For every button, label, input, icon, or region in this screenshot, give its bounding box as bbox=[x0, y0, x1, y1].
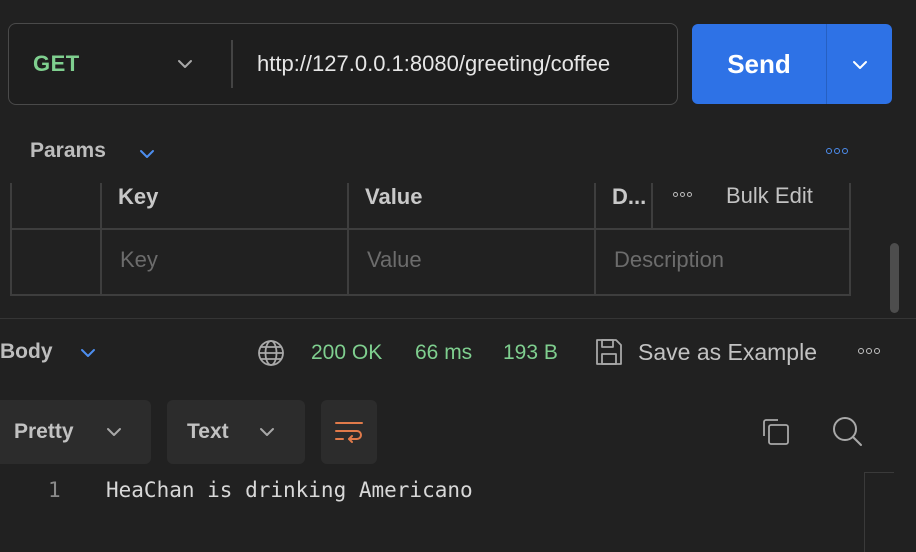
editor-scroll-edge bbox=[864, 472, 865, 552]
bulk-edit-button[interactable]: Bulk Edit bbox=[726, 183, 813, 209]
chevron-down-icon[interactable] bbox=[850, 55, 870, 75]
send-button-label[interactable]: Send bbox=[692, 24, 826, 104]
response-time[interactable]: 66 ms bbox=[415, 341, 472, 365]
editor-gutter-edge bbox=[864, 472, 894, 473]
param-value-input[interactable]: Value bbox=[367, 247, 422, 273]
chevron-down-icon[interactable] bbox=[78, 343, 98, 363]
more-horizontal-icon[interactable] bbox=[673, 192, 694, 197]
save-as-example-button[interactable]: Save as Example bbox=[638, 339, 817, 366]
wrap-lines-button[interactable] bbox=[321, 400, 377, 464]
response-size[interactable]: 193 B bbox=[503, 341, 558, 365]
chevron-down-icon[interactable] bbox=[257, 422, 277, 442]
url-divider bbox=[231, 40, 233, 88]
type-selector[interactable]: Text bbox=[167, 400, 305, 464]
more-horizontal-icon[interactable] bbox=[826, 148, 850, 154]
type-label[interactable]: Text bbox=[187, 400, 229, 464]
request-bar: GET http://127.0.0.1:8080/greeting/coffe… bbox=[8, 23, 678, 105]
chevron-down-icon[interactable] bbox=[175, 54, 195, 74]
section-divider bbox=[0, 318, 916, 319]
more-horizontal-icon[interactable] bbox=[858, 348, 882, 354]
chevron-down-icon[interactable] bbox=[104, 422, 124, 442]
params-scrollbar[interactable] bbox=[890, 243, 899, 313]
save-icon[interactable] bbox=[594, 337, 624, 367]
copy-icon[interactable] bbox=[760, 416, 792, 448]
column-header-key: Key bbox=[118, 184, 159, 209]
send-button[interactable]: Send bbox=[692, 24, 892, 104]
search-icon[interactable] bbox=[830, 414, 864, 448]
wrap-lines-icon[interactable] bbox=[333, 418, 365, 446]
send-split-divider bbox=[826, 24, 827, 104]
column-header-value: Value bbox=[365, 184, 423, 209]
body-tab[interactable]: Body bbox=[0, 340, 53, 364]
format-selector[interactable]: Pretty bbox=[0, 400, 151, 464]
url-input[interactable]: http://127.0.0.1:8080/greeting/coffee bbox=[257, 24, 665, 103]
method-selector[interactable]: GET bbox=[33, 24, 80, 103]
params-tab[interactable]: Params bbox=[30, 139, 106, 163]
format-label[interactable]: Pretty bbox=[14, 400, 74, 464]
param-key-input[interactable]: Key bbox=[120, 247, 158, 273]
status-badge[interactable]: 200 OK bbox=[311, 341, 382, 365]
line-number: 1 bbox=[48, 478, 61, 502]
column-header-description: D... bbox=[612, 184, 647, 209]
param-description-input[interactable]: Description bbox=[614, 247, 724, 273]
globe-icon[interactable] bbox=[256, 338, 286, 368]
response-body-line[interactable]: HeaChan is drinking Americano bbox=[106, 478, 473, 502]
chevron-down-icon[interactable] bbox=[137, 144, 157, 164]
